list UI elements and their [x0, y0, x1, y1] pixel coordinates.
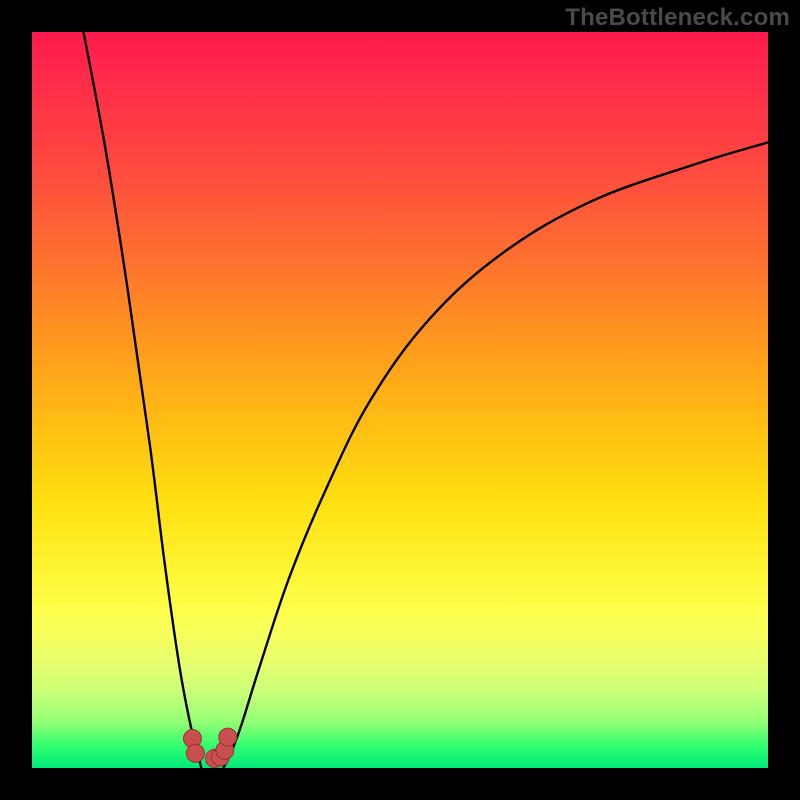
- chart-frame: [32, 32, 768, 768]
- curve-right-branch: [223, 142, 768, 768]
- bottleneck-markers: [183, 728, 236, 767]
- chart-svg: [32, 32, 768, 768]
- watermark-text: TheBottleneck.com: [565, 4, 790, 32]
- curve-left-branch: [84, 32, 202, 768]
- bottleneck-marker: [219, 728, 237, 746]
- bottleneck-marker: [186, 744, 204, 762]
